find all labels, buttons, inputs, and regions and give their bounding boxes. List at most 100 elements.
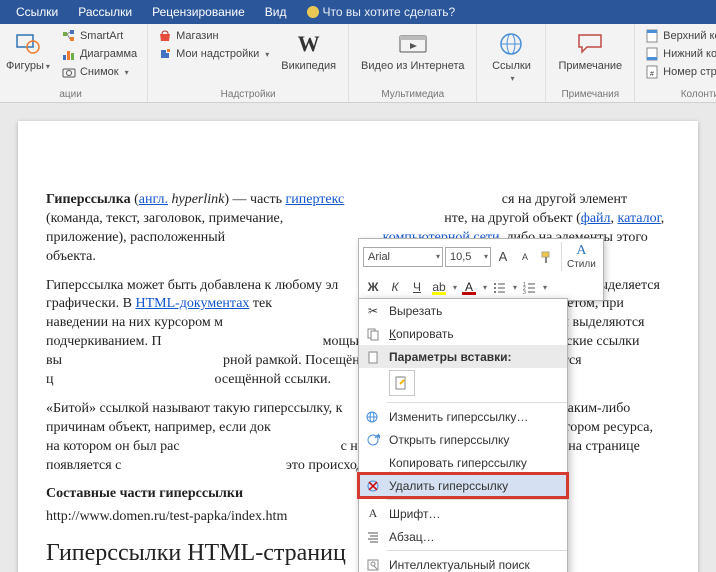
header-icon — [645, 29, 659, 43]
header-label: Верхний колонтитул — [663, 30, 716, 42]
globe-copy-icon — [365, 455, 381, 471]
group-addins-label: Надстройки — [221, 89, 276, 100]
ctx-paragraph[interactable]: Абзац… — [359, 525, 567, 548]
group-media: Видео из Интернета Мультимедиа — [349, 24, 477, 102]
italic-button[interactable]: К — [385, 277, 405, 297]
chart-button[interactable]: Диаграмма — [60, 46, 139, 62]
separator — [387, 402, 567, 403]
page-number-button[interactable]: # Номер страницы▾ — [643, 64, 716, 80]
font-color-button[interactable]: A — [459, 277, 479, 297]
term-hyperlink: Гиперссылка — [46, 192, 131, 207]
smart-lookup-icon — [365, 557, 381, 572]
screenshot-button[interactable]: Снимок▾ — [60, 64, 139, 80]
group-illustrations-label: ации — [59, 89, 81, 100]
globe-remove-icon — [365, 478, 381, 494]
bold-button[interactable]: Ж — [363, 277, 383, 297]
comment-icon — [576, 30, 604, 58]
group-comments: Примечание Примечания — [546, 24, 635, 102]
link-hypertext[interactable]: гипертекс — [286, 192, 345, 207]
tab-mailings[interactable]: Рассылки — [68, 0, 142, 24]
my-addins-label: Мои надстройки — [176, 48, 259, 60]
underline-button[interactable]: Ч — [407, 277, 427, 297]
shrink-font-button[interactable]: A — [515, 247, 535, 267]
tell-me-search[interactable]: Что вы хотите сделать? — [297, 0, 466, 24]
numbering-button[interactable]: 123 — [519, 277, 539, 297]
store-icon — [158, 29, 172, 43]
footer-button[interactable]: Нижний колонтитул▾ — [643, 46, 716, 62]
tab-references[interactable]: Ссылки — [6, 0, 68, 24]
grow-font-button[interactable]: A — [493, 247, 513, 267]
header-button[interactable]: Верхний колонтитул▾ — [643, 28, 716, 44]
globe-edit-icon — [365, 409, 381, 425]
styles-label: Стили — [567, 259, 596, 270]
svg-text:3: 3 — [523, 290, 526, 294]
tab-view[interactable]: Вид — [255, 0, 297, 24]
tab-review[interactable]: Рецензирование — [142, 0, 255, 24]
clipboard-icon — [365, 349, 381, 365]
tell-me-label: Что вы хотите сделать? — [323, 5, 456, 19]
addins-icon — [158, 47, 172, 61]
shapes-icon — [14, 30, 42, 58]
ctx-edit-hyperlink[interactable]: Изменить гиперссылку… — [359, 405, 567, 428]
smartart-button[interactable]: SmartArt — [60, 28, 139, 44]
comment-label: Примечание — [558, 60, 622, 72]
ctx-copy[interactable]: Копировать — [359, 322, 567, 345]
font-icon: A — [365, 506, 381, 522]
font-size-combo[interactable]: 10,5 — [445, 247, 491, 267]
paragraph-icon — [365, 529, 381, 545]
footer-icon — [645, 47, 659, 61]
video-icon — [399, 30, 427, 58]
ctx-paste-options — [359, 368, 567, 400]
paste-keep-formatting[interactable] — [389, 370, 415, 396]
link-htmldoc[interactable]: HTML-документах — [135, 296, 249, 311]
group-addins: Магазин Мои надстройки▾ W Википедия Надс… — [148, 24, 349, 102]
online-video-button[interactable]: Видео из Интернета — [357, 28, 468, 74]
ctx-smart-lookup[interactable]: Интеллектуальный поиск — [359, 553, 567, 572]
ctx-open-hyperlink[interactable]: Открыть гиперссылку — [359, 428, 567, 451]
pagenumber-icon: # — [645, 65, 659, 79]
store-label: Магазин — [176, 30, 218, 42]
styles-button[interactable]: A Стили — [561, 242, 599, 271]
ctx-cut[interactable]: ✂ Вырезать — [359, 299, 567, 322]
format-painter-icon — [540, 250, 554, 264]
ctx-font[interactable]: A Шрифт… — [359, 502, 567, 525]
italic-hyperlink: hyperlink — [171, 192, 224, 207]
link-icon — [497, 30, 525, 58]
footer-label: Нижний колонтитул — [663, 48, 716, 60]
store-button[interactable]: Магазин — [156, 28, 271, 44]
my-addins-button[interactable]: Мои надстройки▾ — [156, 46, 271, 62]
ctx-copy-hyperlink[interactable]: Копировать гиперссылку — [359, 451, 567, 474]
ctx-remove-hyperlink[interactable]: Удалить гиперссылку — [359, 474, 567, 497]
shapes-button[interactable]: Фигуры▾ — [2, 28, 54, 74]
wikipedia-label: Википедия — [281, 60, 336, 72]
group-headerfooter: Верхний колонтитул▾ Нижний колонтитул▾ #… — [635, 24, 716, 102]
chart-icon — [62, 47, 76, 61]
pagenumber-label: Номер страницы — [663, 66, 716, 78]
new-comment-button[interactable]: Примечание — [554, 28, 626, 74]
link-english[interactable]: англ. — [139, 192, 168, 207]
group-illustrations: Фигуры▾ SmartArt Диаграмма — [0, 24, 148, 102]
group-comments-label: Примечания — [561, 89, 619, 100]
highlight-button[interactable]: ab — [429, 277, 449, 297]
chart-label: Диаграмма — [80, 48, 137, 60]
link-file[interactable]: файл — [581, 211, 611, 226]
wikipedia-icon: W — [295, 30, 323, 58]
copy-rest: опировать — [396, 327, 454, 341]
links-button[interactable]: Ссылки▾ — [485, 28, 537, 86]
styles-icon: A — [576, 243, 586, 259]
wikipedia-button[interactable]: W Википедия — [277, 28, 340, 74]
numbering-icon: 123 — [522, 280, 536, 294]
mini-toolbar: Arial 10,5 A A A Стили Ж К Ч ab▾ A▾ ▾ 12… — [358, 238, 604, 301]
format-painter-button[interactable] — [537, 247, 557, 267]
group-media-label: Мультимедиа — [381, 89, 444, 100]
globe-open-icon — [365, 432, 381, 448]
scissors-icon: ✂ — [365, 303, 381, 319]
bullets-icon — [492, 280, 506, 294]
ribbon-tabstrip: Ссылки Рассылки Рецензирование Вид Что в… — [0, 0, 716, 24]
ctx-paste-options-header: Параметры вставки: — [359, 345, 567, 368]
smartart-icon — [62, 29, 76, 43]
bullets-button[interactable] — [489, 277, 509, 297]
video-label: Видео из Интернета — [361, 60, 464, 72]
link-catalog[interactable]: каталог — [618, 211, 661, 226]
font-name-combo[interactable]: Arial — [363, 247, 443, 267]
